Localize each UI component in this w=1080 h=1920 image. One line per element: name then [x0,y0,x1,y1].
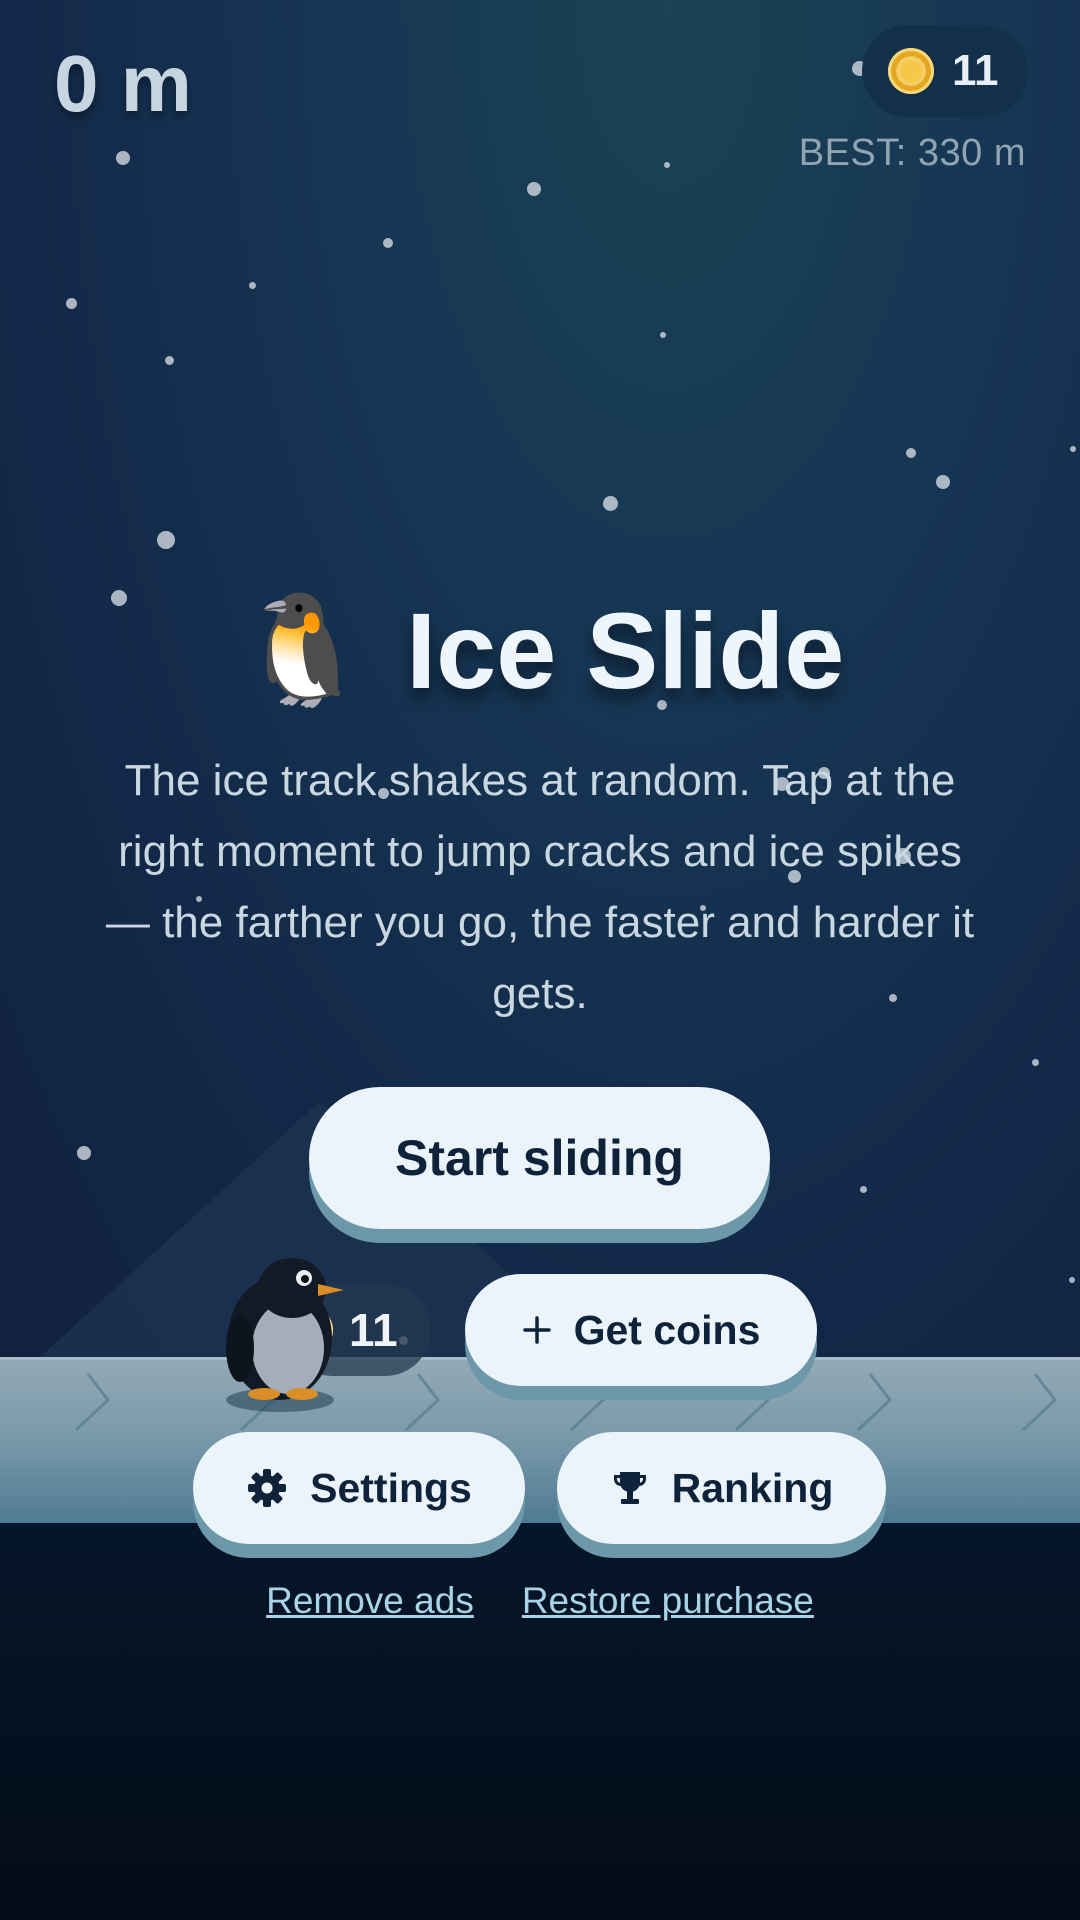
restore-purchase-link[interactable]: Restore purchase [522,1580,814,1622]
settings-label: Settings [310,1464,472,1511]
penguin-icon: 🐧 [235,589,371,710]
settings-button[interactable]: Settings [193,1432,525,1544]
game-description: The ice track shakes at random. Tap at t… [105,756,975,1018]
start-sliding-button[interactable]: Start sliding [309,1087,770,1229]
game-title: Ice Slide [406,589,845,711]
best-score: BEST: 330 m [798,132,1026,174]
footer-links: Remove ads Restore purchase [0,1580,1080,1622]
start-sliding-label: Start sliding [395,1130,684,1186]
trophy-icon [610,1468,650,1508]
player-coin-count: 11 [349,1304,398,1356]
get-coins-label: Get coins [573,1306,761,1353]
distance-counter: 0 m [54,39,192,128]
get-coins-button[interactable]: Get coins [465,1274,817,1386]
title-row: 🐧 Ice Slide [0,585,1080,715]
coin-icon [888,48,934,94]
gear-icon [246,1467,288,1509]
ranking-label: Ranking [671,1464,834,1511]
coin-count: 11 [952,46,999,95]
plus-icon [522,1315,552,1345]
penguin-character [226,1258,344,1412]
remove-ads-link[interactable]: Remove ads [266,1580,474,1622]
ranking-button[interactable]: Ranking [557,1432,886,1544]
coin-counter: 11 [862,25,1028,117]
